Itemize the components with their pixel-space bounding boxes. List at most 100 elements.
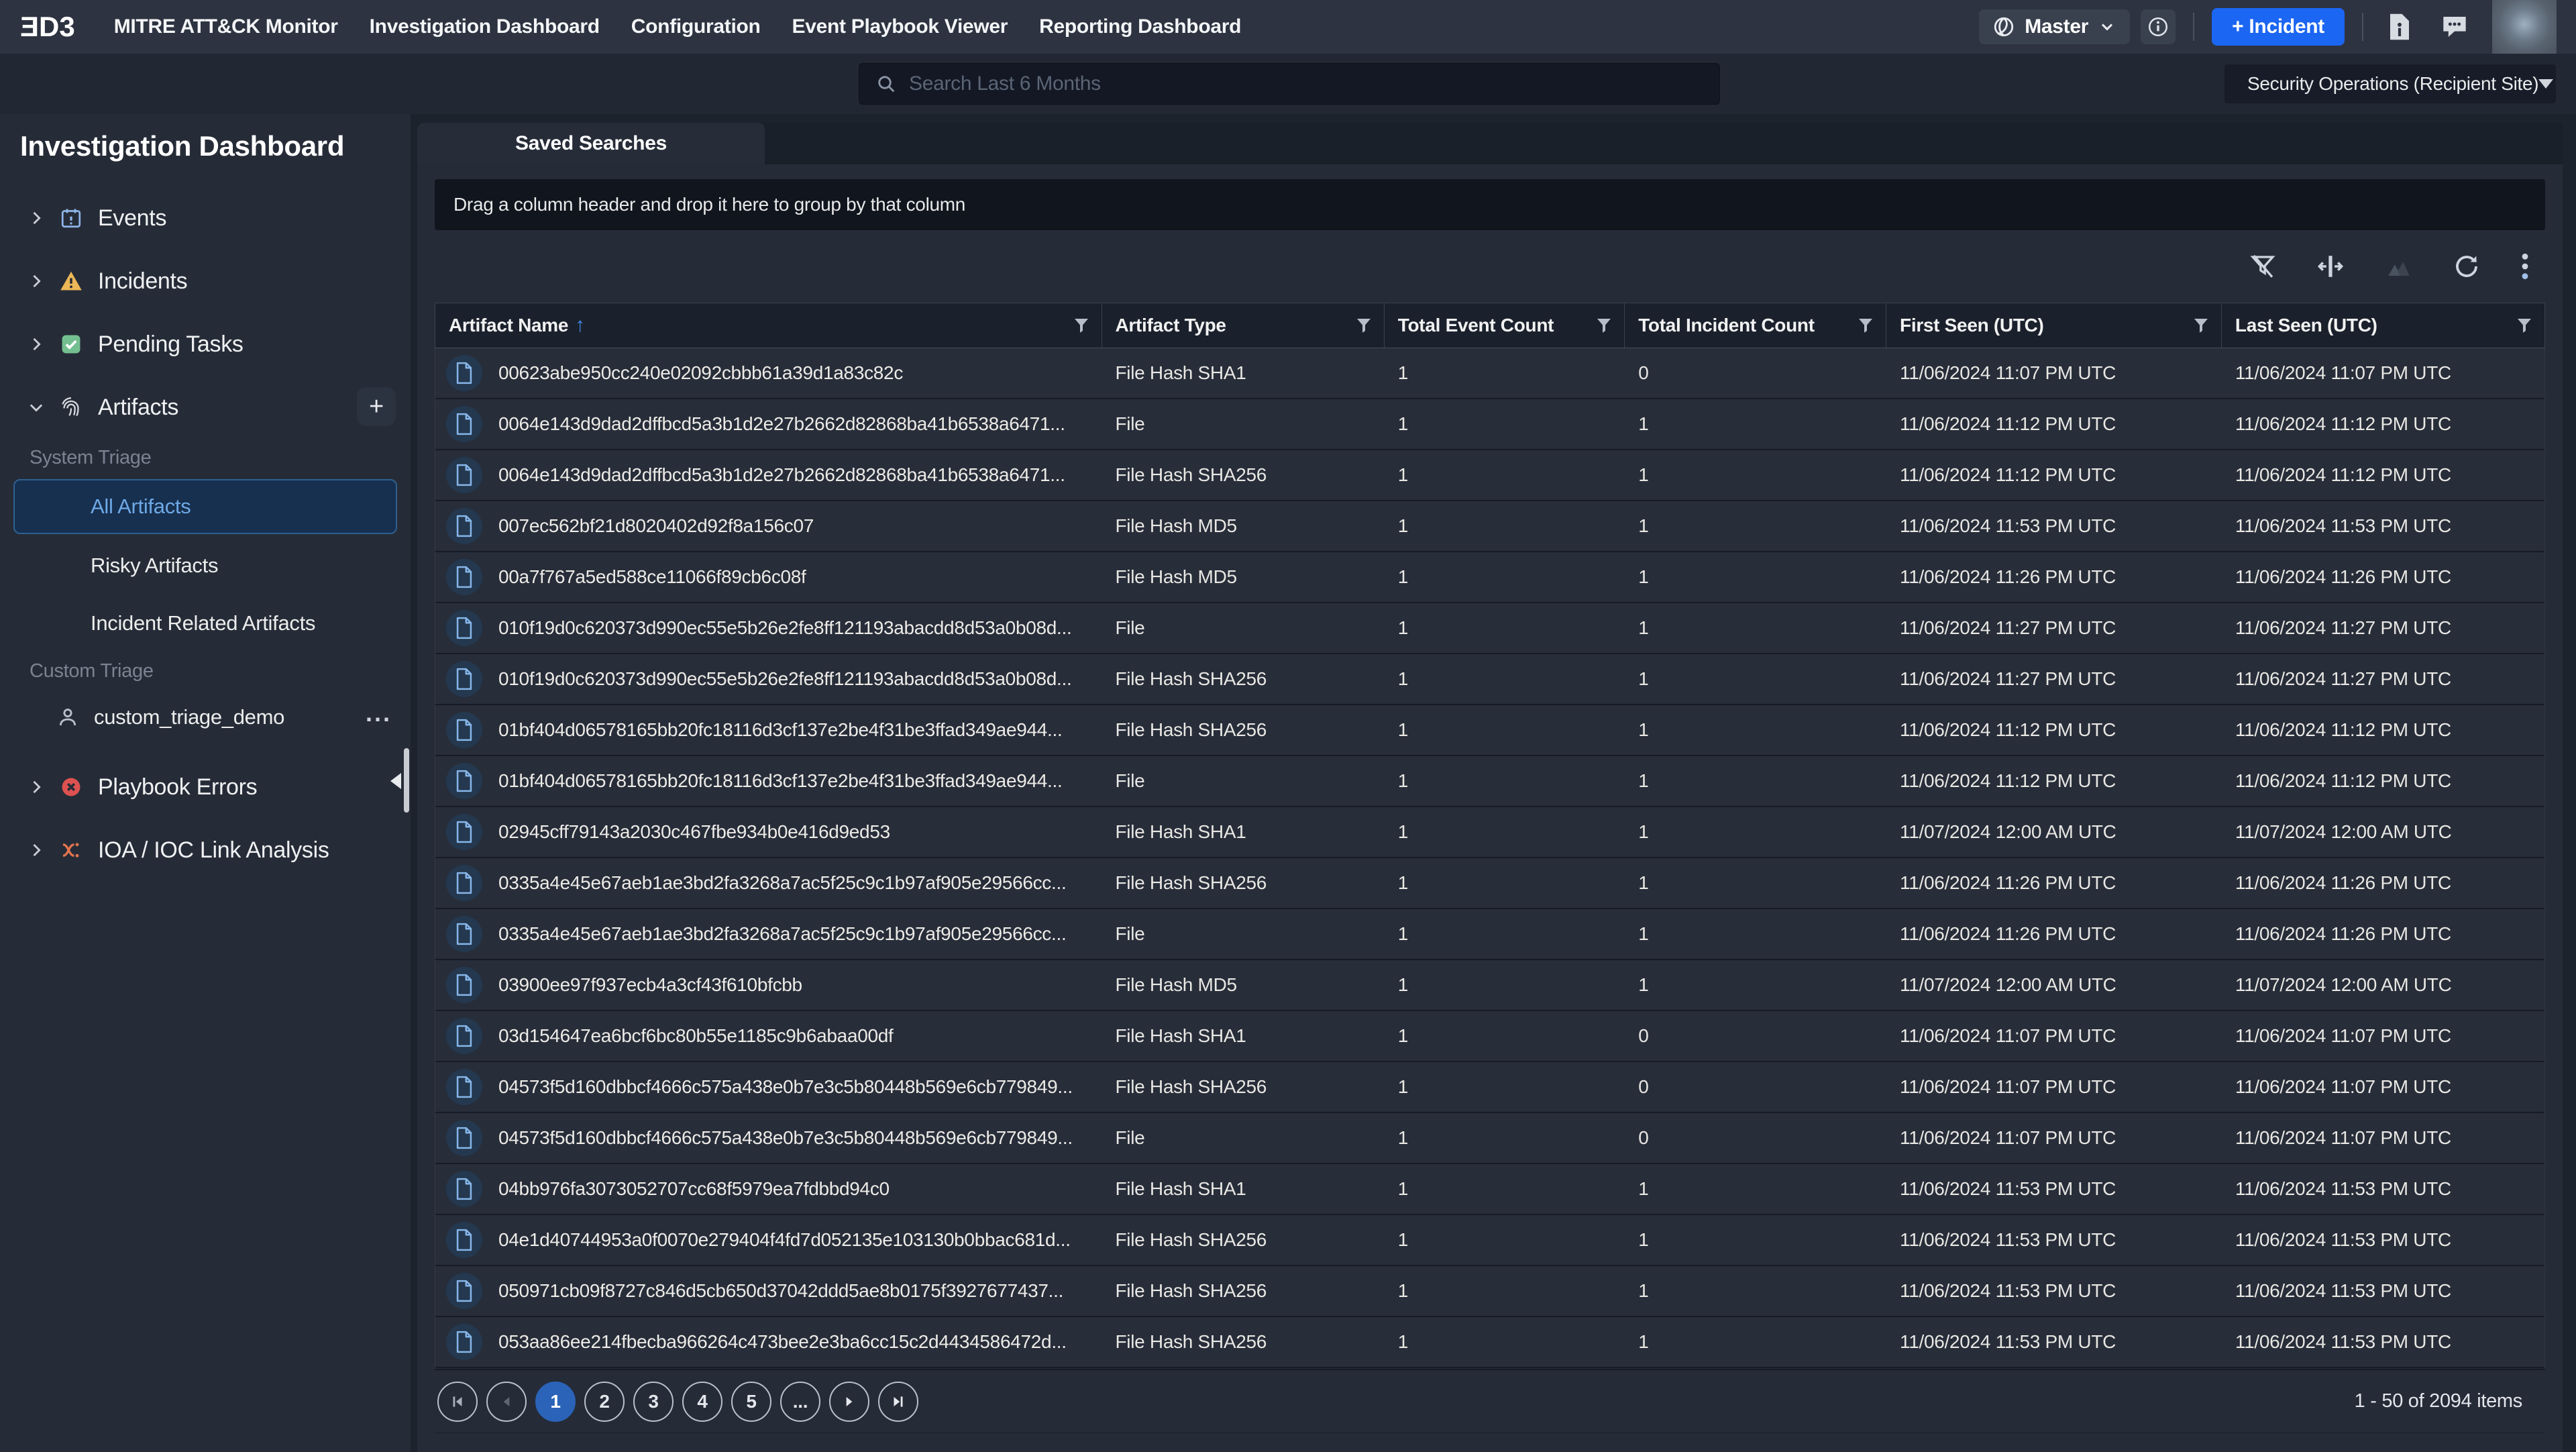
artifact-name[interactable]: 00a7f767a5ed588ce11066f89cb6c08f: [435, 552, 1102, 602]
artifact-name[interactable]: 0064e143d9dad2dffbcd5a3b1d2e27b2662d8286…: [435, 399, 1102, 449]
previous-page-button[interactable]: [486, 1382, 527, 1422]
column-header-total-incident-count[interactable]: Total Incident Count: [1625, 303, 1886, 348]
artifact-name[interactable]: 04573f5d160dbbcf4666c575a438e0b7e3c5b804…: [435, 1113, 1102, 1163]
topnav-item[interactable]: Reporting Dashboard: [1039, 15, 1241, 38]
chevron-right-icon[interactable]: [27, 209, 46, 227]
artifact-name[interactable]: 0064e143d9dad2dffbcd5a3b1d2e27b2662d8286…: [435, 450, 1102, 500]
environment-selector[interactable]: Master: [1979, 9, 2130, 44]
add-incident-button[interactable]: + Incident: [2212, 8, 2345, 46]
sidebar-item-pending-tasks[interactable]: Pending Tasks: [0, 313, 411, 376]
table-row[interactable]: 0064e143d9dad2dffbcd5a3b1d2e27b2662d8286…: [435, 399, 2544, 450]
page-ellipsis-button[interactable]: ...: [780, 1382, 820, 1422]
artifact-name[interactable]: 010f19d0c620373d990ec55e5b26e2fe8ff12119…: [435, 654, 1102, 704]
artifact-name-text[interactable]: 010f19d0c620373d990ec55e5b26e2fe8ff12119…: [498, 617, 1072, 639]
artifact-name[interactable]: 02945cff79143a2030c467fbe934b0e416d9ed53: [435, 807, 1102, 857]
table-row[interactable]: 04573f5d160dbbcf4666c575a438e0b7e3c5b804…: [435, 1113, 2544, 1164]
user-avatar[interactable]: [2492, 0, 2557, 54]
more-options-icon[interactable]: [2520, 252, 2530, 281]
next-page-button[interactable]: [829, 1382, 869, 1422]
table-row[interactable]: 04573f5d160dbbcf4666c575a438e0b7e3c5b804…: [435, 1062, 2544, 1113]
table-row[interactable]: 007ec562bf21d8020402d92f8a156c07File Has…: [435, 501, 2544, 552]
page-1-button[interactable]: 1: [535, 1382, 576, 1422]
artifact-name-text[interactable]: 050971cb09f8727c846d5cb650d37042ddd5ae8b…: [498, 1280, 1063, 1302]
artifact-name[interactable]: 03900ee97f937ecb4a3cf43f610bfcbb: [435, 960, 1102, 1010]
artifact-name[interactable]: 010f19d0c620373d990ec55e5b26e2fe8ff12119…: [435, 603, 1102, 653]
chevron-right-icon[interactable]: [27, 335, 46, 354]
artifact-name[interactable]: 050971cb09f8727c846d5cb650d37042ddd5ae8b…: [435, 1266, 1102, 1316]
artifact-name-text[interactable]: 04e1d40744953a0f0070e279404f4fd7d052135e…: [498, 1229, 1071, 1251]
filter-funnel-icon[interactable]: [1596, 317, 1612, 334]
artifact-name-text[interactable]: 04573f5d160dbbcf4666c575a438e0b7e3c5b804…: [498, 1076, 1073, 1098]
page-4-button[interactable]: 4: [682, 1382, 722, 1422]
artifact-name-text[interactable]: 0335a4e45e67aeb1ae3bd2fa3268a7ac5f25c9c1…: [498, 923, 1066, 945]
artifact-name-text[interactable]: 010f19d0c620373d990ec55e5b26e2fe8ff12119…: [498, 668, 1072, 690]
filter-funnel-icon[interactable]: [1858, 317, 1874, 334]
info-button[interactable]: [2141, 9, 2176, 44]
sidebar-item-risky-artifacts[interactable]: Risky Artifacts: [0, 537, 411, 594]
artifact-name-text[interactable]: 01bf404d06578165bb20fc18116d3cf137e2be4f…: [498, 770, 1062, 792]
table-row[interactable]: 03900ee97f937ecb4a3cf43f610bfcbbFile Has…: [435, 960, 2544, 1011]
global-search[interactable]: [859, 63, 1720, 105]
artifact-name-text[interactable]: 04573f5d160dbbcf4666c575a438e0b7e3c5b804…: [498, 1127, 1073, 1149]
artifact-name[interactable]: 0335a4e45e67aeb1ae3bd2fa3268a7ac5f25c9c1…: [435, 858, 1102, 908]
documentation-icon[interactable]: [2387, 13, 2412, 41]
chevron-right-icon[interactable]: [27, 272, 46, 291]
sidebar-item-custom-triage-demo[interactable]: custom_triage_demo ...: [0, 690, 411, 745]
artifact-name[interactable]: 01bf404d06578165bb20fc18116d3cf137e2be4f…: [435, 756, 1102, 806]
table-row[interactable]: 02945cff79143a2030c467fbe934b0e416d9ed53…: [435, 807, 2544, 858]
artifact-name-text[interactable]: 0064e143d9dad2dffbcd5a3b1d2e27b2662d8286…: [498, 464, 1065, 486]
analytics-icon[interactable]: [2384, 252, 2414, 280]
page-2-button[interactable]: 2: [584, 1382, 625, 1422]
column-header-last-seen[interactable]: Last Seen (UTC): [2222, 303, 2544, 348]
table-row[interactable]: 010f19d0c620373d990ec55e5b26e2fe8ff12119…: [435, 603, 2544, 654]
table-row[interactable]: 010f19d0c620373d990ec55e5b26e2fe8ff12119…: [435, 654, 2544, 705]
filter-funnel-icon[interactable]: [2516, 317, 2532, 334]
topnav-item[interactable]: Configuration: [631, 15, 761, 38]
artifact-name[interactable]: 04573f5d160dbbcf4666c575a438e0b7e3c5b804…: [435, 1062, 1102, 1112]
table-row[interactable]: 00a7f767a5ed588ce11066f89cb6c08fFile Has…: [435, 552, 2544, 603]
table-row[interactable]: 01bf404d06578165bb20fc18116d3cf137e2be4f…: [435, 756, 2544, 807]
artifact-name[interactable]: 007ec562bf21d8020402d92f8a156c07: [435, 501, 1102, 551]
artifact-name[interactable]: 04e1d40744953a0f0070e279404f4fd7d052135e…: [435, 1215, 1102, 1265]
sidebar-item-incidents[interactable]: Incidents: [0, 250, 411, 313]
group-by-drop-zone[interactable]: Drag a column header and drop it here to…: [435, 179, 2545, 230]
sidebar-item-ioa-ioc-link-analysis[interactable]: IOA / IOC Link Analysis: [0, 819, 411, 882]
first-page-button[interactable]: [437, 1382, 478, 1422]
artifact-name[interactable]: 053aa86ee214fbecba966264c473bee2e3ba6cc1…: [435, 1317, 1102, 1367]
artifact-name-text[interactable]: 03d154647ea6bcf6bc80b55e1185c9b6abaa00df: [498, 1025, 894, 1047]
sidebar-collapse-handle[interactable]: [390, 773, 401, 789]
table-row[interactable]: 050971cb09f8727c846d5cb650d37042ddd5ae8b…: [435, 1266, 2544, 1317]
last-page-button[interactable]: [878, 1382, 918, 1422]
page-3-button[interactable]: 3: [633, 1382, 674, 1422]
column-header-artifact-name[interactable]: Artifact Name ↑: [435, 303, 1102, 348]
column-header-total-event-count[interactable]: Total Event Count: [1385, 303, 1625, 348]
artifact-name-text[interactable]: 00a7f767a5ed588ce11066f89cb6c08f: [498, 566, 806, 588]
table-row[interactable]: 0335a4e45e67aeb1ae3bd2fa3268a7ac5f25c9c1…: [435, 858, 2544, 909]
sidebar-item-incident-related-artifacts[interactable]: Incident Related Artifacts: [0, 594, 411, 652]
chevron-right-icon[interactable]: [27, 778, 46, 796]
table-row[interactable]: 0064e143d9dad2dffbcd5a3b1d2e27b2662d8286…: [435, 450, 2544, 501]
topnav-item[interactable]: MITRE ATT&CK Monitor: [114, 15, 338, 38]
more-options-icon[interactable]: ...: [366, 699, 392, 727]
clear-filter-icon[interactable]: [2249, 252, 2277, 280]
table-row[interactable]: 04e1d40744953a0f0070e279404f4fd7d052135e…: [435, 1215, 2544, 1266]
table-row[interactable]: 01bf404d06578165bb20fc18116d3cf137e2be4f…: [435, 705, 2544, 756]
artifact-name[interactable]: 03d154647ea6bcf6bc80b55e1185c9b6abaa00df: [435, 1011, 1102, 1061]
table-row[interactable]: 053aa86ee214fbecba966264c473bee2e3ba6cc1…: [435, 1317, 2544, 1368]
artifact-name[interactable]: 04bb976fa3073052707cc68f5979ea7fdbbd94c0: [435, 1164, 1102, 1214]
sidebar-item-artifacts[interactable]: Artifacts +: [0, 376, 411, 439]
column-header-first-seen[interactable]: First Seen (UTC): [1886, 303, 2222, 348]
filter-funnel-icon[interactable]: [2193, 317, 2209, 334]
sidebar-item-all-artifacts[interactable]: All Artifacts: [13, 479, 397, 534]
sidebar-item-events[interactable]: Events: [0, 187, 411, 250]
artifact-name-text[interactable]: 053aa86ee214fbecba966264c473bee2e3ba6cc1…: [498, 1331, 1067, 1353]
artifact-name-text[interactable]: 03900ee97f937ecb4a3cf43f610bfcbb: [498, 974, 802, 996]
topnav-item[interactable]: Investigation Dashboard: [370, 15, 600, 38]
table-row[interactable]: 00623abe950cc240e02092cbbb61a39d1a83c82c…: [435, 348, 2544, 399]
page-5-button[interactable]: 5: [731, 1382, 771, 1422]
artifact-name-text[interactable]: 0335a4e45e67aeb1ae3bd2fa3268a7ac5f25c9c1…: [498, 872, 1066, 894]
chevron-right-icon[interactable]: [27, 841, 46, 860]
resize-columns-icon[interactable]: [2316, 252, 2345, 280]
add-artifact-triage-button[interactable]: +: [357, 387, 396, 426]
artifact-name[interactable]: 00623abe950cc240e02092cbbb61a39d1a83c82c: [435, 348, 1102, 398]
